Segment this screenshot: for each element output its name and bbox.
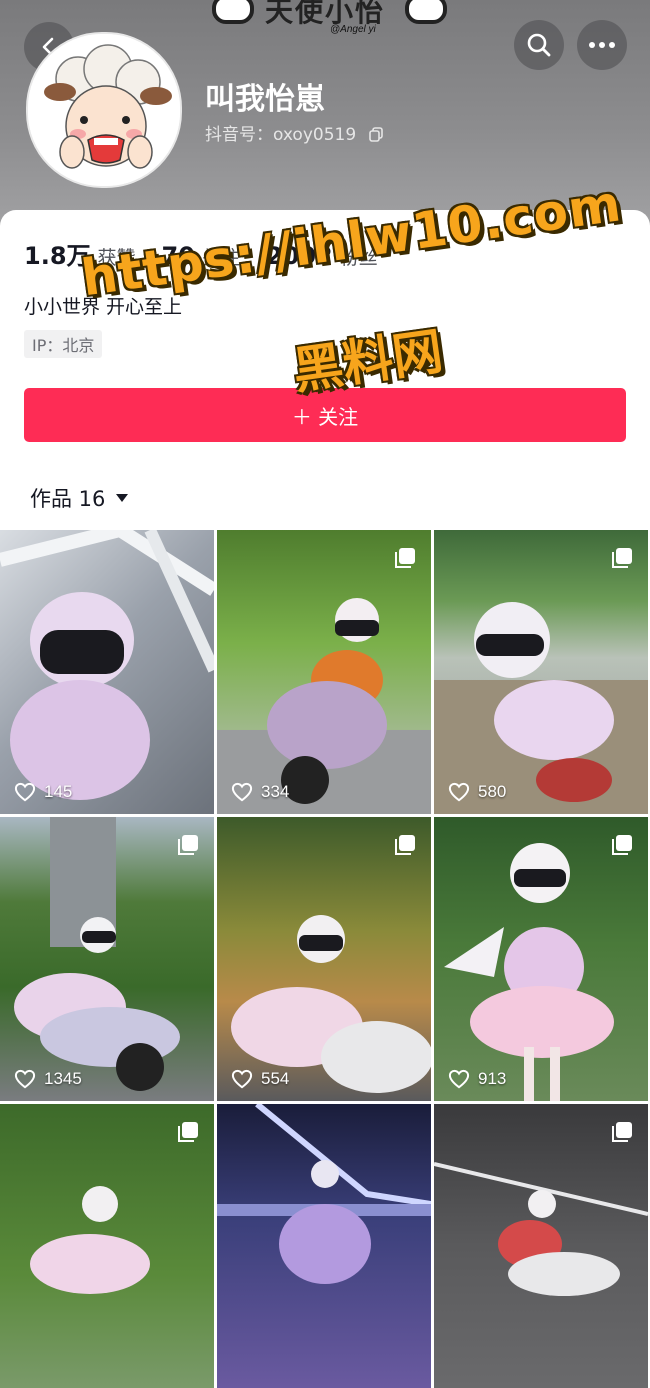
caret-down-icon: [116, 494, 129, 502]
post-thumbnail[interactable]: [217, 1104, 431, 1388]
ip-location-tag: IP：北京: [24, 330, 103, 358]
heart-icon: [448, 1069, 470, 1089]
cloud-decoration: [405, 0, 447, 24]
post-likes-count: 145: [44, 782, 73, 801]
copy-icon[interactable]: [368, 126, 384, 142]
post-likes: 580: [448, 782, 506, 802]
photo-placeholder: [231, 915, 431, 1093]
photo-placeholder: [444, 843, 614, 1101]
multi-image-icon: [395, 548, 415, 568]
photo-placeholder: [434, 602, 648, 814]
photo-placeholder: [217, 1104, 431, 1284]
post-thumbnail[interactable]: 554: [217, 817, 431, 1101]
post-likes: 334: [231, 782, 289, 802]
heart-icon: [14, 1069, 36, 1089]
photo-placeholder: [14, 817, 180, 1091]
multi-image-icon: [612, 835, 632, 855]
post-likes-count: 913: [478, 1069, 507, 1088]
photo-placeholder: [217, 598, 431, 814]
tab-works[interactable]: 作品 16: [30, 483, 129, 513]
post-likes-count: 334: [261, 782, 290, 801]
post-likes-count: 1345: [44, 1069, 82, 1088]
heart-icon: [231, 1069, 253, 1089]
post-thumbnail[interactable]: 334: [217, 530, 431, 814]
multi-image-icon: [395, 835, 415, 855]
post-thumbnail[interactable]: [0, 1104, 214, 1388]
post-likes: 1345: [14, 1069, 82, 1089]
post-thumbnail[interactable]: 1345: [0, 817, 214, 1101]
photo-placeholder: [0, 530, 214, 800]
post-thumbnail[interactable]: 145: [0, 530, 214, 814]
photo-placeholder: [434, 1162, 648, 1296]
heart-icon: [231, 782, 253, 802]
post-likes-count: 580: [478, 782, 507, 801]
profile-handle[interactable]: 抖音号：oxoy0519: [205, 120, 384, 145]
banner-subtitle: @Angel yi: [330, 24, 376, 35]
multi-image-icon: [178, 1122, 198, 1142]
heart-icon: [448, 782, 470, 802]
post-likes: 913: [448, 1069, 506, 1089]
heart-icon: [14, 782, 36, 802]
handle-text: 抖音号：oxoy0519: [205, 125, 357, 145]
post-thumbnail[interactable]: 580: [434, 530, 648, 814]
profile-name: 叫我怡崽: [205, 82, 325, 117]
photo-placeholder: [30, 1186, 150, 1294]
avatar[interactable]: [26, 32, 182, 188]
post-thumbnail[interactable]: 913: [434, 817, 648, 1101]
post-likes: 554: [231, 1069, 289, 1089]
multi-image-icon: [612, 548, 632, 568]
works-tab-label: 作品 16: [30, 487, 106, 511]
search-icon: [527, 33, 551, 57]
multi-image-icon: [612, 1122, 632, 1142]
more-horizontal-icon: [589, 42, 615, 48]
more-button[interactable]: [577, 20, 627, 70]
cartoon-sheep-avatar-icon: [28, 34, 180, 186]
post-likes-count: 554: [261, 1069, 290, 1088]
post-likes: 145: [14, 782, 72, 802]
multi-image-icon: [178, 835, 198, 855]
post-thumbnail[interactable]: [434, 1104, 648, 1388]
search-button[interactable]: [514, 20, 564, 70]
